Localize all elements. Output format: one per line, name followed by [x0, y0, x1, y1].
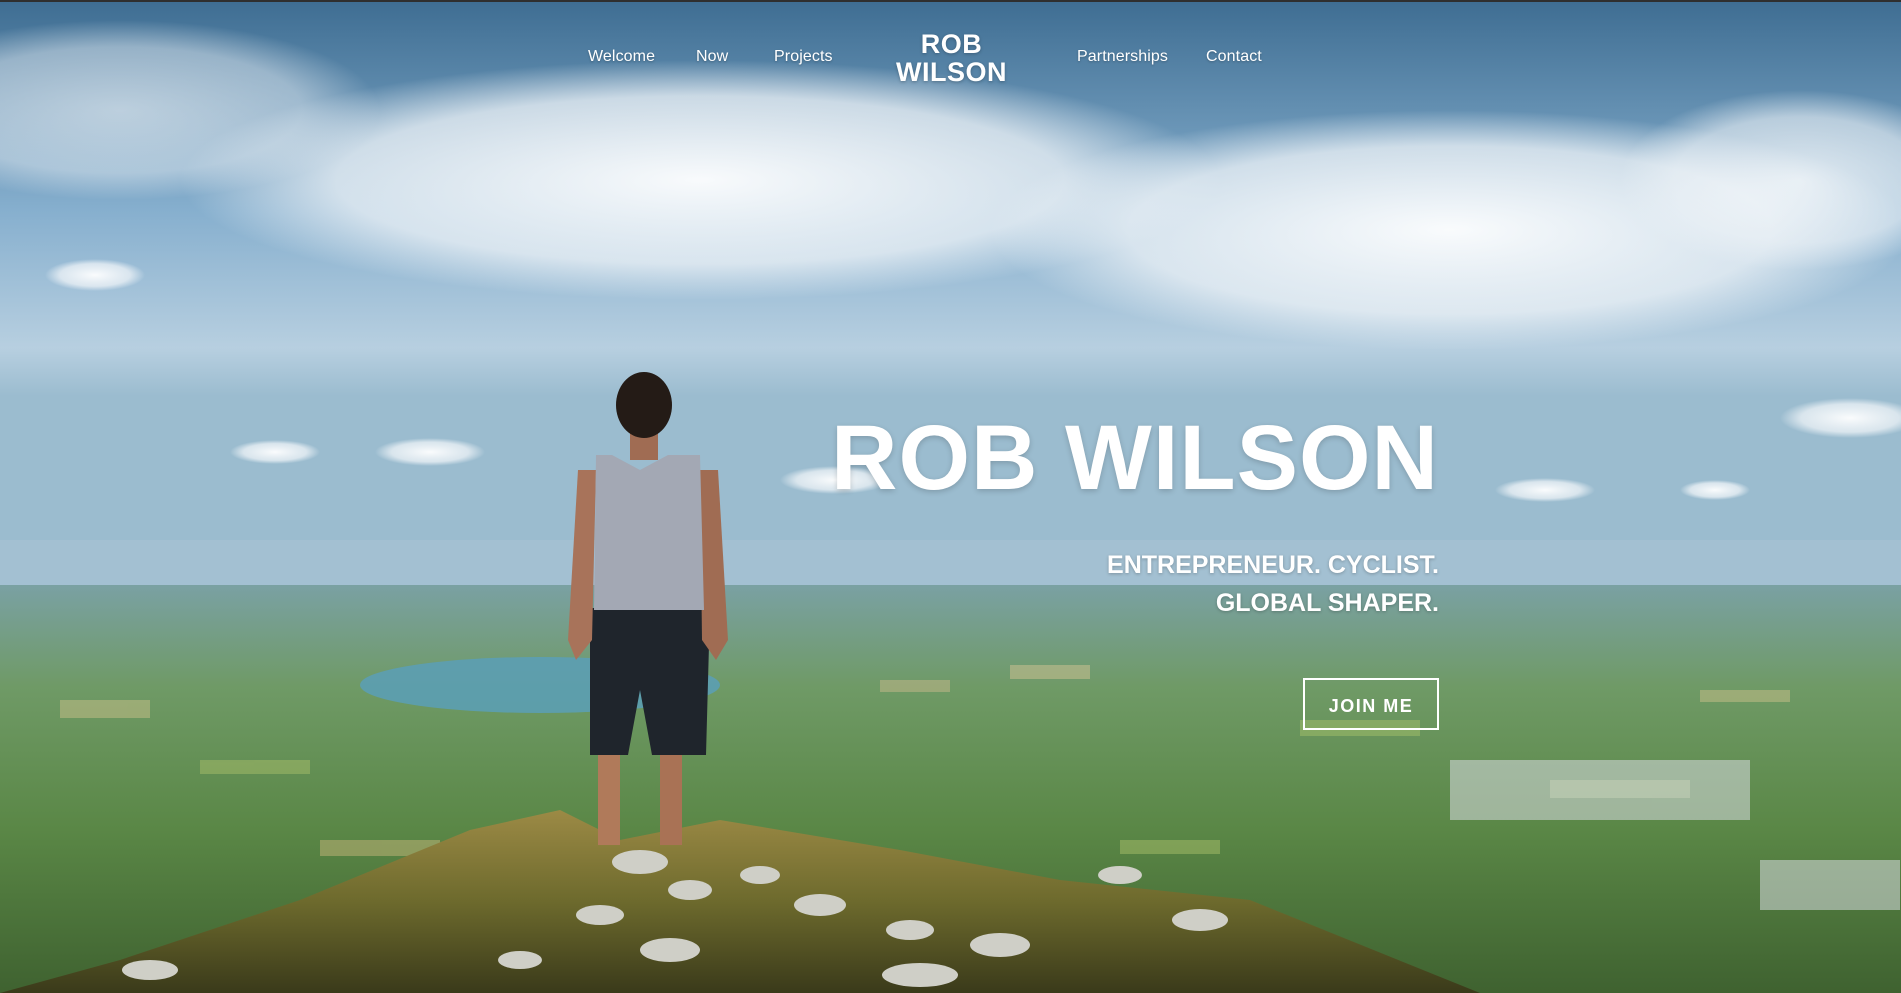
- main-navigation: Welcome Now Projects ROB WILSON Partners…: [0, 30, 1901, 90]
- hero-subtitle: ENTREPRENEUR. CYCLIST. GLOBAL SHAPER.: [819, 546, 1439, 622]
- nav-link-welcome[interactable]: Welcome: [588, 48, 655, 66]
- logo-line-1: ROB: [920, 29, 983, 59]
- nav-link-now[interactable]: Now: [696, 48, 728, 66]
- logo-line-2: WILSON: [896, 57, 1007, 87]
- top-border: [0, 0, 1901, 2]
- nav-link-contact[interactable]: Contact: [1206, 48, 1262, 66]
- hero-title: ROB WILSON: [831, 407, 1439, 509]
- site-logo[interactable]: ROB WILSON: [870, 30, 1033, 86]
- hero-copy: ROB WILSON ENTREPRENEUR. CYCLIST. GLOBAL…: [819, 408, 1439, 730]
- hero-subtitle-line-1: ENTREPRENEUR. CYCLIST.: [1107, 551, 1439, 579]
- join-me-button[interactable]: JOIN ME: [1303, 678, 1439, 730]
- hero-section: Welcome Now Projects ROB WILSON Partners…: [0, 0, 1901, 993]
- nav-link-projects[interactable]: Projects: [774, 48, 833, 66]
- hero-subtitle-line-2: GLOBAL SHAPER.: [1215, 589, 1439, 617]
- nav-link-partnerships[interactable]: Partnerships: [1077, 48, 1168, 66]
